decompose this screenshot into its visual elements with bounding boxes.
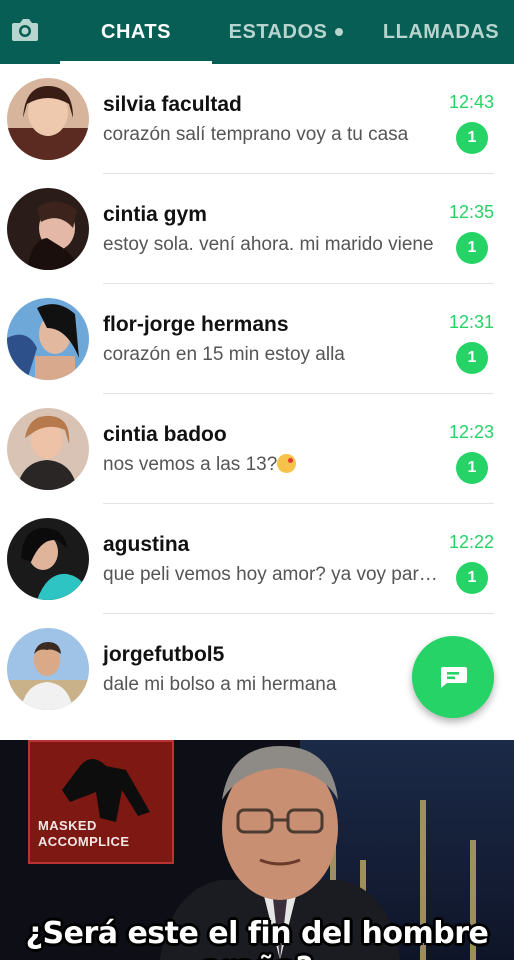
chat-name: agustina: [103, 533, 190, 556]
new-chat-button[interactable]: [412, 636, 494, 718]
graphic-label: MASKED ACCOMPLICE: [38, 818, 129, 850]
chat-preview: nos vemos a las 13?: [103, 454, 448, 476]
tab-chats-label: CHATS: [101, 20, 171, 43]
unread-badge: 1: [456, 562, 488, 594]
chat-time: 12:22: [448, 532, 494, 552]
graphic-label-line2: ACCOMPLICE: [38, 834, 130, 849]
unread-badge: 1: [456, 232, 488, 264]
chat-time: 12:43: [448, 92, 494, 112]
chat-row-silvia[interactable]: silvia facultad corazón salí temprano vo…: [0, 64, 514, 174]
tab-llamadas[interactable]: LLAMADAS: [380, 0, 502, 64]
avatar[interactable]: [7, 188, 89, 270]
tab-estados-label: ESTADOS: [228, 20, 328, 43]
tab-llamadas-label: LLAMADAS: [382, 20, 500, 43]
chat-preview: que peli vemos hoy amor? ya voy para all…: [103, 564, 448, 585]
chat-time: 12:35: [448, 202, 494, 222]
avatar[interactable]: [7, 78, 89, 160]
meme-caption: ¿Será este el fin del hombre araña?: [25, 916, 489, 960]
unread-badge: 1: [456, 122, 488, 154]
chat-name: flor-jorge hermans: [103, 313, 289, 336]
meme-image: MASKED ACCOMPLICE ¿Será este el fin del …: [0, 740, 514, 960]
chat-name: jorgefutbol5: [103, 643, 225, 666]
chat-list: silvia facultad corazón salí temprano vo…: [0, 64, 514, 740]
tab-estados[interactable]: ESTADOS: [226, 0, 346, 64]
chat-preview: estoy sola. vení ahora. mi marido viene: [103, 234, 434, 255]
new-chat-icon: [441, 667, 467, 688]
chat-time: 12:31: [448, 312, 494, 332]
camera-icon[interactable]: [10, 16, 40, 44]
graphic-label-line1: MASKED: [38, 818, 97, 833]
new-status-dot-icon: [335, 28, 344, 36]
chat-time: 12:23: [448, 422, 494, 442]
chat-preview-text: nos vemos a las 13?: [103, 454, 278, 475]
chat-name: cintia gym: [103, 203, 207, 226]
chat-preview: corazón salí temprano voy a tu casa: [103, 124, 409, 145]
kiss-emoji-icon: [277, 454, 297, 473]
chat-row-cintia-badoo[interactable]: cintia badoo nos vemos a las 13? 12:23 1: [0, 394, 514, 504]
tab-chats[interactable]: CHATS: [60, 0, 212, 64]
avatar[interactable]: [7, 408, 89, 490]
unread-badge: 1: [456, 452, 488, 484]
chat-row-flor-jorge[interactable]: flor-jorge hermans corazón en 15 min est…: [0, 284, 514, 394]
unread-badge: 1: [456, 342, 488, 374]
top-app-bar: CHATS ESTADOS LLAMADAS: [0, 0, 514, 64]
chat-name: silvia facultad: [103, 93, 242, 116]
chat-preview: dale mi bolso a mi hermana: [103, 674, 337, 695]
avatar[interactable]: [7, 628, 89, 710]
chat-name: cintia badoo: [103, 423, 227, 446]
avatar[interactable]: [7, 298, 89, 380]
avatar[interactable]: [7, 518, 89, 600]
chat-row-cintia-gym[interactable]: cintia gym estoy sola. vení ahora. mi ma…: [0, 174, 514, 284]
chat-preview: corazón en 15 min estoy alla: [103, 344, 345, 365]
chat-row-agustina[interactable]: agustina que peli vemos hoy amor? ya voy…: [0, 504, 514, 614]
